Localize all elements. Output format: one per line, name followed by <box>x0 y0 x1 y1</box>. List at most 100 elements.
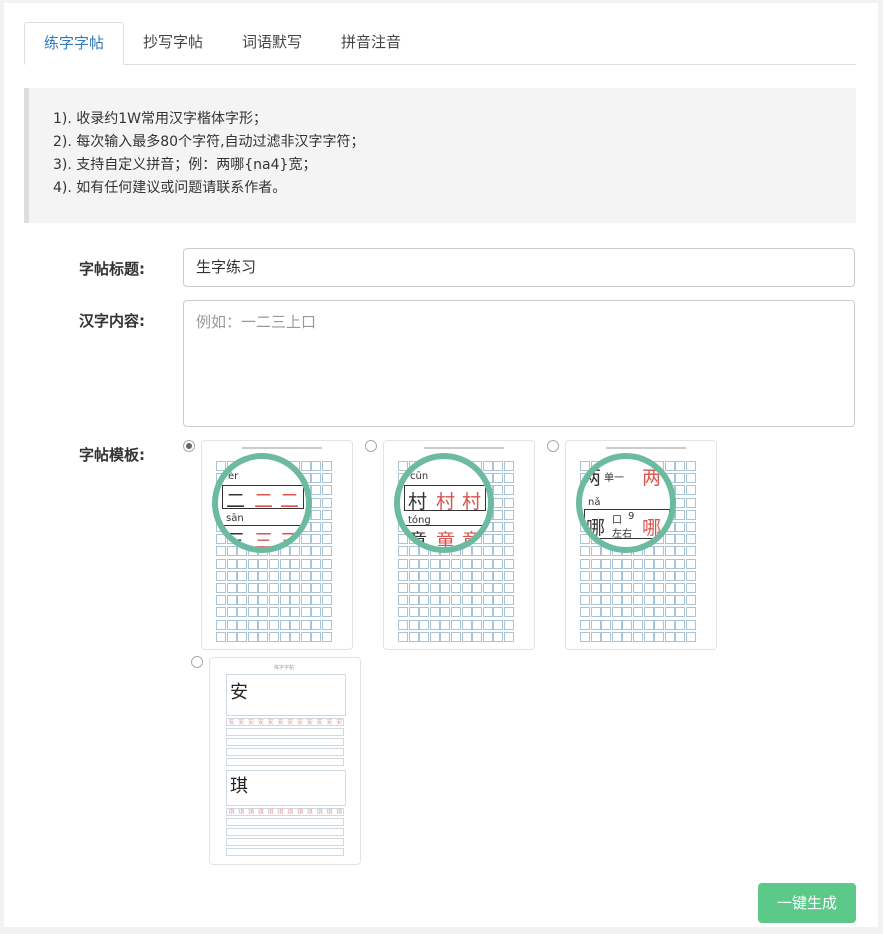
grid-cell <box>504 497 514 508</box>
grid-cell <box>322 461 332 471</box>
grid-cell <box>493 473 504 484</box>
magnifier-char-trace: 村 <box>436 491 456 513</box>
grid-cell <box>654 546 665 557</box>
grid-cell <box>237 595 248 606</box>
grid-cell <box>686 619 696 630</box>
grid-cell <box>590 546 601 557</box>
generate-button[interactable]: 一键生成 <box>758 883 856 923</box>
magnifier-preview: 两 单一 两 nǎ 哪 口 9 左右 哪 <box>576 453 676 553</box>
grid-cell <box>611 558 622 569</box>
grid-cell <box>226 607 237 618</box>
grid-cell <box>247 558 258 569</box>
tab-practice-copybook[interactable]: 练字字帖 <box>24 22 124 65</box>
trace-cell: 安 <box>228 719 235 726</box>
grid-cell <box>686 631 696 642</box>
grid-cell <box>311 473 322 484</box>
grid-cell <box>493 522 504 532</box>
grid-cell <box>493 570 504 581</box>
grid-cell <box>290 595 301 606</box>
grid-cell <box>472 631 483 642</box>
trace-cell: 安 <box>336 719 343 726</box>
grid-cell <box>300 583 311 593</box>
grid-cell <box>611 607 622 618</box>
grid-cell <box>664 570 675 581</box>
grid-cell <box>408 607 419 618</box>
grid-cell <box>590 607 601 618</box>
grid-cell <box>311 461 322 471</box>
title-label: 字帖标题: <box>79 260 145 278</box>
grid-cell <box>290 558 301 569</box>
grid-cell <box>279 631 290 642</box>
grid-cell <box>504 461 514 471</box>
grid-cell <box>580 558 590 569</box>
grid-cell <box>664 607 675 618</box>
grid-cell <box>504 558 514 569</box>
grid-cell <box>504 546 514 557</box>
grid-cell <box>675 595 686 606</box>
template-radio-3[interactable] <box>547 440 559 452</box>
grid-cell <box>675 522 686 532</box>
grid-cell <box>279 570 290 581</box>
grid-cell <box>664 619 675 630</box>
grid-cell <box>461 595 472 606</box>
grid-cell <box>686 522 696 532</box>
template-radio-1[interactable] <box>183 440 195 452</box>
grid-cell <box>398 595 408 606</box>
grid-cell <box>440 631 451 642</box>
grid-cell <box>322 570 332 581</box>
grid-cell <box>216 595 226 606</box>
grid-cell <box>258 595 269 606</box>
grid-cell <box>504 509 514 520</box>
grid-cell <box>440 607 451 618</box>
grid-cell <box>429 631 440 642</box>
grid-cell <box>429 595 440 606</box>
template-thumbnail-4[interactable]: 练字字帖 安 琪 安安安安安安安安安安安安琪琪琪琪琪琪琪琪琪琪琪琪 <box>209 657 361 865</box>
title-input[interactable]: 生字练习 <box>183 248 855 287</box>
template-radio-4[interactable] <box>191 656 203 668</box>
grid-cell <box>493 631 504 642</box>
grid-cell <box>247 570 258 581</box>
grid-cell <box>472 546 483 557</box>
trace-cell: 琪 <box>287 809 294 816</box>
grid-cell <box>398 583 408 593</box>
magnifier-char: 两 <box>582 467 602 489</box>
grid-cell <box>451 631 461 642</box>
template-thumbnail-2[interactable]: cūn 村 村 村 tóng 童 童 童 <box>383 440 535 650</box>
grid-cell <box>622 619 633 630</box>
grid-cell <box>322 485 332 496</box>
grid-cell <box>322 631 332 642</box>
grid-cell <box>504 619 514 630</box>
magnifier-char-trace: 三 <box>254 530 274 552</box>
template-thumbnail-3[interactable]: 两 单一 两 nǎ 哪 口 9 左右 哪 <box>565 440 717 650</box>
grid-cell <box>482 546 493 557</box>
grid-cell <box>686 534 696 545</box>
template-radio-2[interactable] <box>365 440 377 452</box>
grid-cell <box>504 485 514 496</box>
grid-cell <box>290 570 301 581</box>
grid-cell <box>482 607 493 618</box>
grid-cell <box>472 570 483 581</box>
grid-cell <box>226 619 237 630</box>
magnifier-char-trace: 村 <box>462 491 482 513</box>
grid-cell <box>216 619 226 630</box>
grid-cell <box>611 619 622 630</box>
grid-cell <box>322 619 332 630</box>
grid-cell <box>686 558 696 569</box>
trace-cell: 琪 <box>228 809 235 816</box>
grid-cell <box>664 595 675 606</box>
grid-cell <box>601 595 612 606</box>
grid-cell <box>226 570 237 581</box>
tab-pinyin-annotation[interactable]: 拼音注音 <box>325 22 417 63</box>
tab-copy-writing[interactable]: 抄写字帖 <box>127 22 219 63</box>
grid-cell <box>580 607 590 618</box>
grid-cell <box>675 631 686 642</box>
tab-word-dictation[interactable]: 词语默写 <box>226 22 318 63</box>
grid-cell <box>269 570 279 581</box>
grid-cell <box>675 509 686 520</box>
grid-cell <box>300 595 311 606</box>
template-thumbnail-1[interactable]: èr 二 二 二 sān 三 三 三 <box>201 440 353 650</box>
grid-cell <box>493 497 504 508</box>
content-textarea[interactable]: 例如：一二三上口 <box>183 300 855 427</box>
trace-cell: 安 <box>326 719 333 726</box>
grid-cell <box>300 570 311 581</box>
